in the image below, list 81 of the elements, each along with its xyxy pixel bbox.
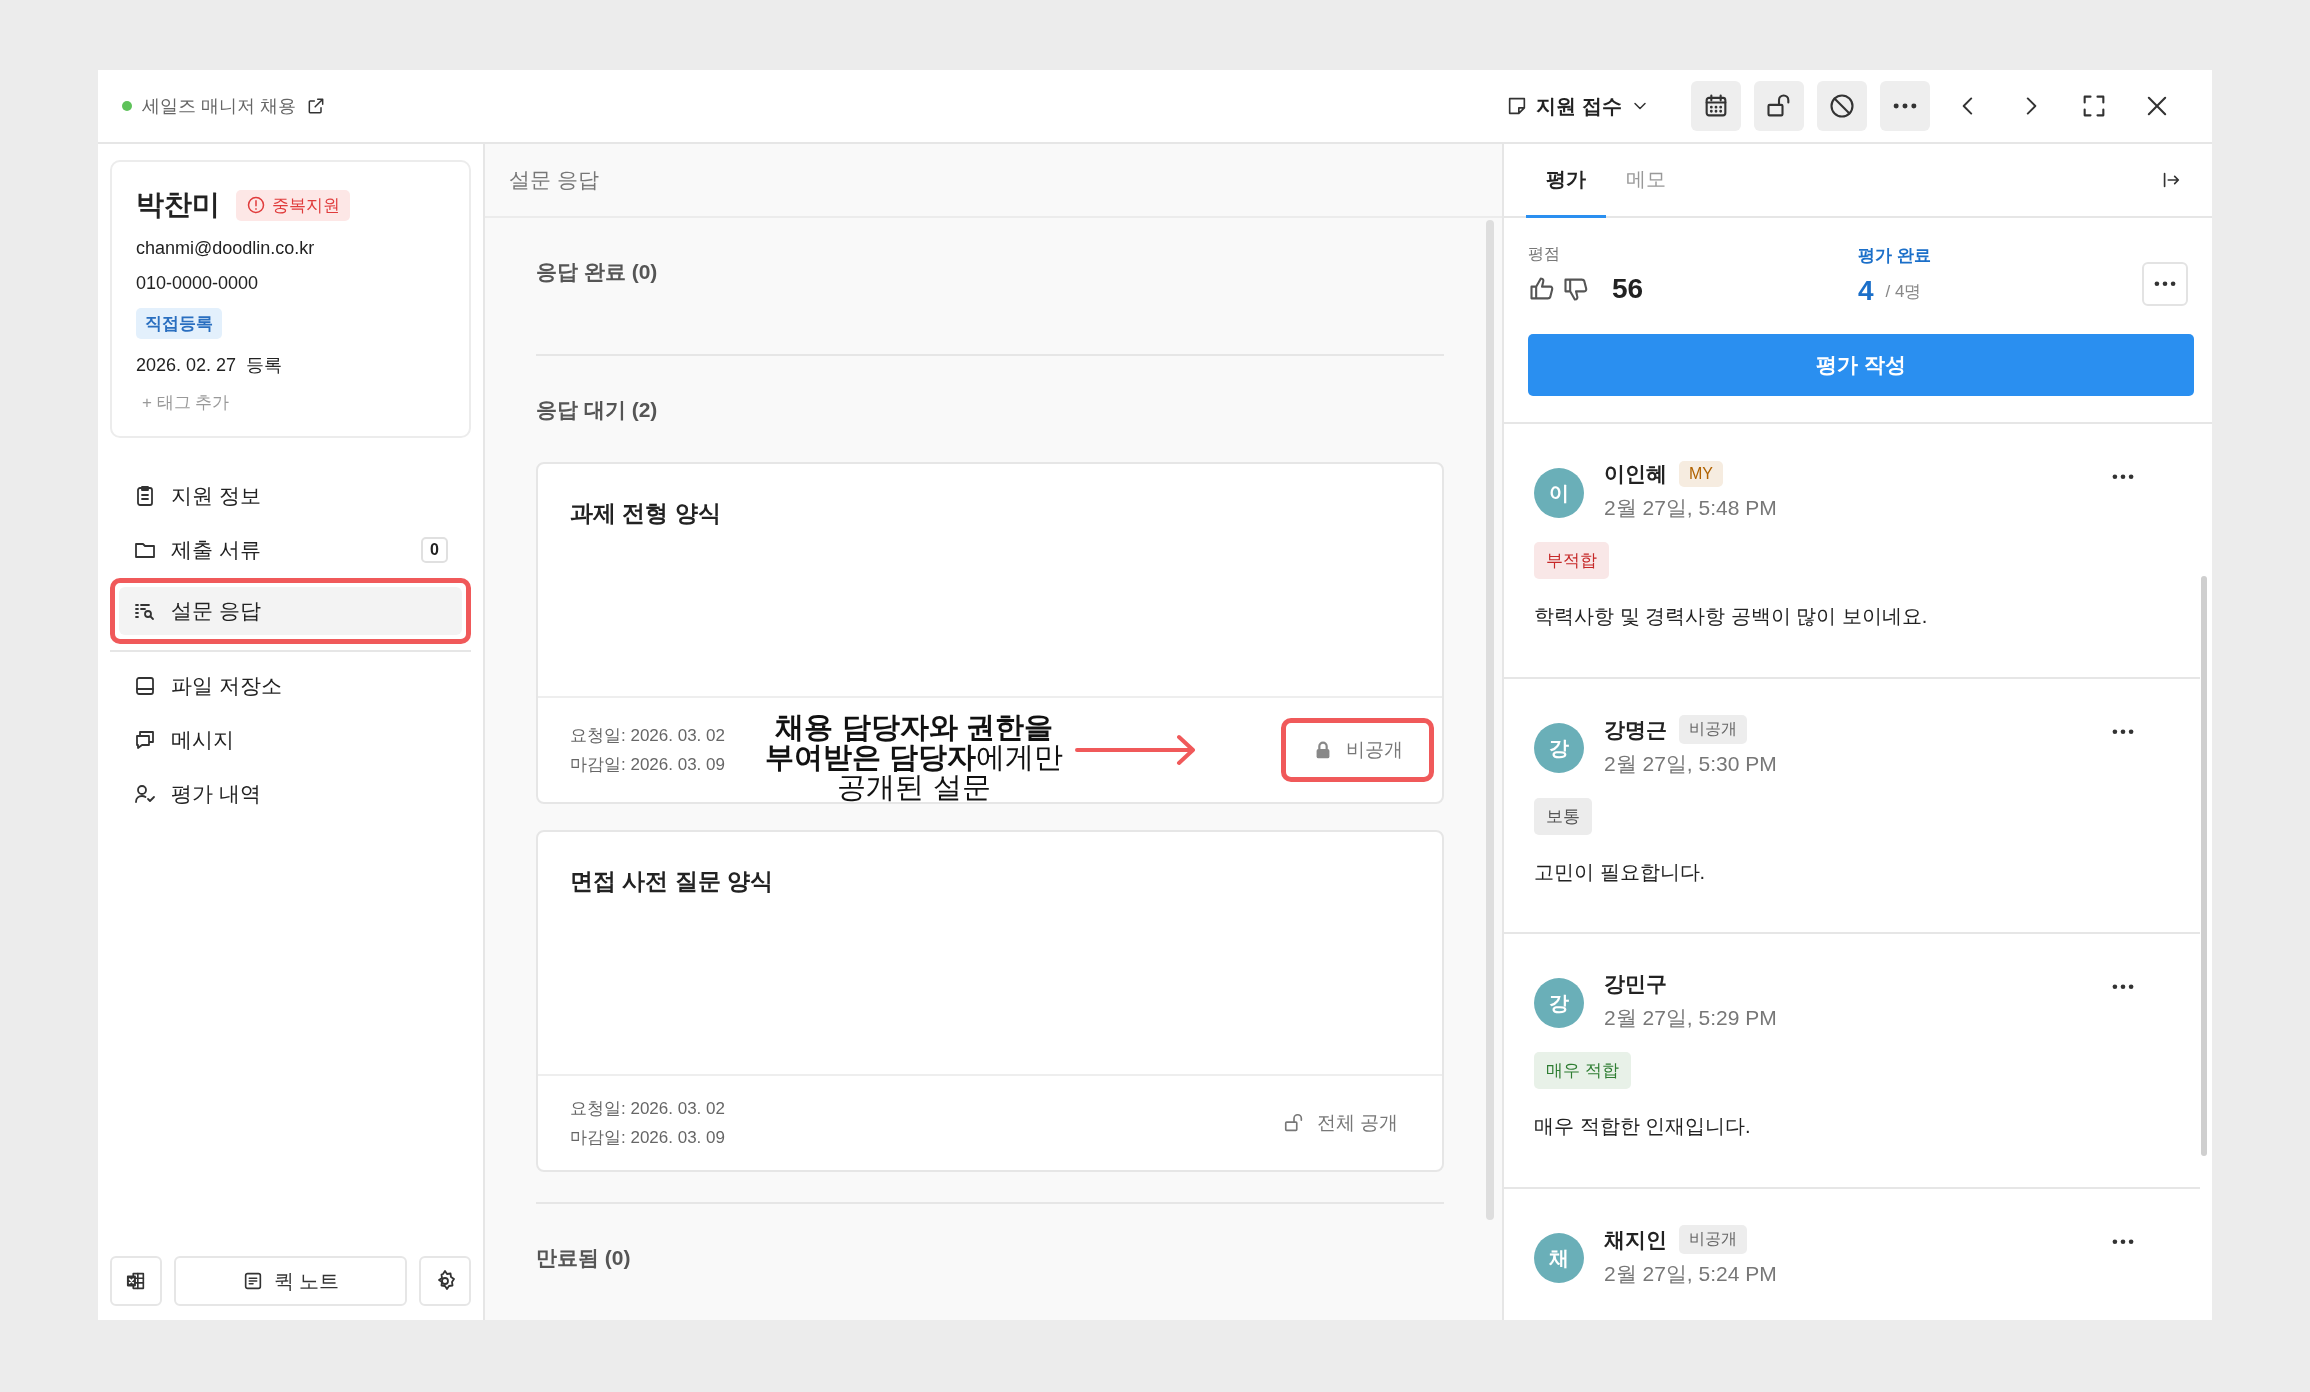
done-count: 4 bbox=[1858, 275, 1874, 307]
nav-item[interactable]: 파일 저장소 bbox=[119, 662, 462, 710]
more-icon bbox=[2112, 1238, 2134, 1244]
calendar-button[interactable] bbox=[1691, 81, 1741, 131]
nav-item[interactable]: 제출 서류 0 bbox=[119, 526, 462, 574]
unlock-icon bbox=[1282, 1112, 1305, 1134]
more-icon bbox=[2112, 473, 2134, 479]
stage-dropdown[interactable]: 지원 접수 bbox=[1500, 91, 1656, 121]
visibility-label: 비공개 bbox=[1312, 737, 1403, 763]
nav-item[interactable]: 설문 응답 bbox=[119, 587, 462, 635]
evaluator-name: 강명근 bbox=[1604, 716, 1667, 743]
evaluator-name: 이인혜 bbox=[1604, 461, 1667, 487]
person-check-icon bbox=[133, 782, 157, 806]
tab[interactable]: 평가 bbox=[1526, 144, 1606, 218]
verdict-tag: 매우 적합 bbox=[1534, 1052, 1631, 1089]
email-text: chanmi@doodlin.co.kr bbox=[136, 238, 315, 259]
job-title: 세일즈 매니저 채용 bbox=[142, 95, 296, 118]
phone-text: 010-0000-0000 bbox=[136, 273, 259, 294]
evaluator-name: 채지인 bbox=[1604, 1226, 1667, 1253]
done-label: 평가 완료 bbox=[1858, 245, 1932, 267]
chat-icon bbox=[133, 728, 157, 752]
export-button[interactable] bbox=[110, 1256, 162, 1306]
survey-card[interactable]: 면접 사전 질문 양식 요청일: 2026. 03. 02 마감일: 2026. 03. 09 전체 공개 bbox=[536, 830, 1444, 1172]
evaluation-time: 2월 27일, 5:24 PM bbox=[1604, 1261, 1778, 1287]
unlock-button[interactable] bbox=[1754, 81, 1804, 131]
verdict-tag: 보통 bbox=[1534, 798, 1592, 835]
avatar: 강 bbox=[1534, 978, 1584, 1028]
more-icon bbox=[2112, 728, 2134, 734]
request-date: 요청일: 2026. 03. 02 bbox=[570, 1098, 725, 1120]
source-tag: 직접등록 bbox=[136, 308, 222, 339]
survey-title: 면접 사전 질문 양식 bbox=[569, 867, 775, 896]
nav-item[interactable]: 평가 내역 bbox=[119, 770, 462, 818]
panel-title: 설문 응답 bbox=[485, 144, 1502, 218]
evaluator-name: 강민구 bbox=[1604, 971, 1667, 997]
evaluator-badge: MY bbox=[1679, 461, 1723, 487]
section-heading: 만료됨 (0) bbox=[536, 1245, 632, 1271]
deadline-date: 마감일: 2026. 03. 09 bbox=[570, 1127, 725, 1149]
evaluation-time: 2월 27일, 5:29 PM bbox=[1604, 1005, 1778, 1031]
evaluation-time: 2월 27일, 5:30 PM bbox=[1604, 751, 1778, 777]
avatar: 강 bbox=[1534, 723, 1584, 773]
more-icon bbox=[2154, 281, 2176, 287]
evaluation-comment: 매우 적합한 인재입니다. bbox=[1534, 1114, 1751, 1139]
more-icon bbox=[1893, 103, 1917, 109]
quick-note-button[interactable]: 퀵 노트 bbox=[174, 1256, 407, 1306]
scrollbar[interactable] bbox=[1486, 220, 1494, 1220]
evaluation-comment: 고민이 필요합니다. bbox=[1534, 860, 1706, 885]
storage-icon bbox=[133, 674, 157, 698]
section-heading: 응답 완료 (0) bbox=[536, 259, 659, 285]
survey-card[interactable]: 과제 전형 양식 요청일: 2026. 03. 02 마감일: 2026. 03. 09 채용 담당자와 권한을 부여받은 담당자에게만 공개된 설문 비공개 bbox=[536, 462, 1444, 804]
score-label: 평점 bbox=[1528, 244, 1561, 264]
spreadsheet-icon bbox=[125, 1270, 147, 1292]
nav-item[interactable]: 메시지 bbox=[119, 716, 462, 764]
avatar: 채 bbox=[1534, 1233, 1584, 1283]
evaluation-time: 2월 27일, 5:48 PM bbox=[1604, 495, 1778, 521]
registered-date: 2026. 02. 27 등록 bbox=[136, 354, 283, 377]
deadline-date: 마감일: 2026. 03. 09 bbox=[570, 754, 725, 776]
avatar: 이 bbox=[1534, 468, 1584, 518]
survey-title: 과제 전형 양식 bbox=[569, 499, 722, 528]
external-link-icon bbox=[306, 96, 326, 116]
annotation-text: 채용 담당자와 권한을 부여받은 담당자에게만 공개된 설문 bbox=[765, 710, 1064, 802]
evaluator-badge: 비공개 bbox=[1679, 715, 1747, 744]
score-value: 56 bbox=[1612, 273, 1644, 305]
section-heading: 응답 대기 (2) bbox=[536, 397, 659, 423]
verdict-tag: 부적합 bbox=[1534, 542, 1609, 579]
evaluator-badge: 비공개 bbox=[1679, 1225, 1747, 1254]
ban-icon bbox=[1828, 92, 1856, 120]
visibility-label: 전체 공개 bbox=[1282, 1110, 1398, 1136]
status-dot bbox=[122, 101, 132, 111]
more-button[interactable] bbox=[2142, 262, 2188, 306]
request-date: 요청일: 2026. 03. 02 bbox=[570, 725, 725, 747]
more-icon bbox=[2112, 983, 2134, 989]
candidate-name: 박찬미 bbox=[136, 188, 220, 222]
block-button[interactable] bbox=[1817, 81, 1867, 131]
count-badge: 0 bbox=[421, 537, 448, 563]
settings-button[interactable] bbox=[419, 1256, 471, 1306]
duplicate-badge: 중복지원 bbox=[236, 189, 350, 221]
alert-icon bbox=[246, 195, 266, 215]
nav-item[interactable]: 지원 정보 bbox=[119, 472, 462, 520]
scrollbar[interactable] bbox=[2201, 576, 2207, 1156]
done-total: / 4명 bbox=[1885, 280, 1922, 303]
evaluation-comment: 학력사항 및 경력사항 공백이 많이 보이네요. bbox=[1534, 604, 1928, 629]
